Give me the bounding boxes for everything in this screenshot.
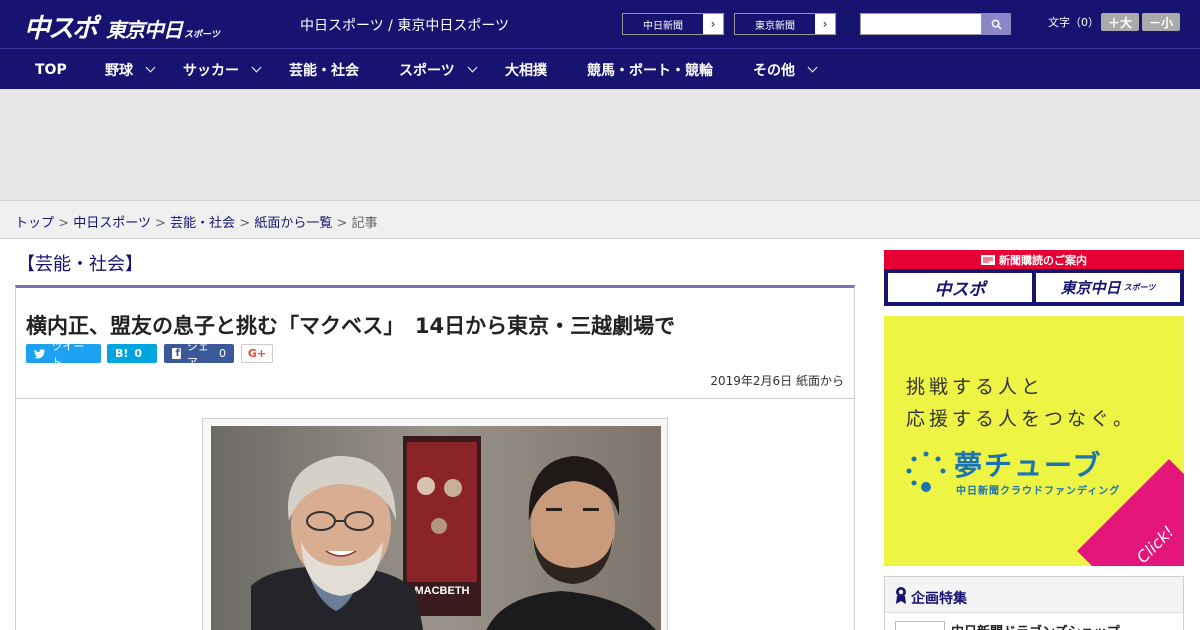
feature-title: 企画特集	[911, 591, 967, 607]
breadcrumb-paper-list[interactable]: 紙面から一覧	[254, 216, 332, 231]
subscribe-tokyo-chunichi-button[interactable]: 東京中日 スポーツ	[1036, 273, 1180, 302]
poster-title: MACBETH	[415, 585, 470, 597]
chevron-down-icon	[145, 62, 156, 73]
nav-item-label: サッカー	[183, 62, 239, 79]
nav-item-label: その他	[753, 62, 795, 79]
nav-item-sports[interactable]: スポーツ	[399, 49, 478, 90]
nav-item-label: スポーツ	[399, 62, 455, 79]
top-ad-area	[0, 89, 1200, 200]
facebook-icon: f	[172, 348, 181, 359]
subscription-title: 新聞購読のご案内	[999, 253, 1087, 267]
chevron-down-icon	[467, 62, 478, 73]
subscribe-button-small: スポーツ	[1123, 283, 1156, 292]
article-photo[interactable]: MACBETH	[211, 426, 661, 630]
site-header: 中スポ 東京中日 スポーツ 中日スポーツ / 東京中日スポーツ 中日新聞 › 東…	[0, 0, 1200, 48]
breadcrumb-separator: >	[155, 216, 166, 231]
search-input[interactable]	[860, 13, 982, 35]
feature-box: 企画特集 中日新聞ドラゴンズショップ	[884, 576, 1184, 630]
dots-icon	[906, 451, 946, 492]
subscribe-button-label: 東京中日	[1060, 279, 1121, 297]
subscribe-chuspo-button[interactable]: 中スポ	[888, 273, 1032, 302]
hatena-bookmark-button[interactable]: B! 0	[107, 344, 157, 363]
article-photo-image: MACBETH	[211, 426, 661, 630]
paper-link-label: 東京新聞	[735, 14, 815, 34]
nav-item-sumo[interactable]: 大相撲	[505, 49, 547, 90]
nav-item-label: 野球	[105, 62, 133, 79]
font-larger-button[interactable]: ＋大	[1101, 13, 1139, 31]
newspaper-icon	[981, 254, 995, 265]
nav-item-entertainment[interactable]: 芸能・社会	[289, 49, 359, 90]
nav-item-label: 競馬・ボート・競輪	[587, 62, 713, 79]
category-label: 【芸能・社会】	[17, 254, 143, 275]
nav-item-baseball[interactable]: 野球	[105, 49, 156, 90]
tweet-button[interactable]: ツイート	[26, 340, 101, 369]
logo-sports-small: スポーツ	[184, 30, 220, 40]
font-smaller-button[interactable]: －小	[1142, 13, 1180, 31]
facebook-share-count: 0	[219, 347, 226, 360]
search-button[interactable]	[982, 13, 1011, 35]
ad-line-1: 挑戦する人と	[906, 376, 1045, 398]
nav-item-top[interactable]: TOP	[35, 49, 67, 90]
site-logo[interactable]: 中スポ 東京中日 スポーツ	[24, 8, 220, 44]
font-size-label: 文字（0）	[1048, 16, 1099, 29]
ad-brand: 夢チューブ	[954, 449, 1103, 482]
feature-item-link[interactable]: 中日新聞ドラゴンズショップ	[951, 621, 1120, 630]
category-heading: 【芸能・社会】	[15, 250, 155, 288]
main-nav: TOP 野球 サッカー 芸能・社会 スポーツ 大相撲 競馬・ボート・競輪 その他	[0, 48, 1200, 89]
chevron-down-icon	[251, 62, 262, 73]
subscription-banner[interactable]: 新聞購読のご案内 中スポ 東京中日 スポーツ	[884, 250, 1184, 306]
tokyo-shimbun-link[interactable]: 東京新聞 ›	[734, 13, 836, 35]
hatena-icon: B!	[115, 347, 129, 360]
breadcrumb-entertainment[interactable]: 芸能・社会	[170, 216, 235, 231]
article-card: 横内正、盟友の息子と挑む「マクベス」 14日から東京・三越劇場で ツイート B!…	[15, 285, 855, 630]
ad-brand-sub: 中日新聞クラウドファンディング	[956, 486, 1121, 497]
hatena-count: 0	[134, 347, 143, 360]
breadcrumb-chunichi-sports[interactable]: 中日スポーツ	[73, 216, 151, 231]
breadcrumb-separator: >	[336, 216, 348, 231]
chunichi-shimbun-link[interactable]: 中日新聞 ›	[622, 13, 724, 35]
breadcrumb-separator: >	[58, 216, 70, 231]
nav-item-keiba[interactable]: 競馬・ボート・競輪	[587, 49, 713, 90]
article-date: 2019年2月6日 紙面から	[710, 374, 844, 388]
breadcrumb-top[interactable]: トップ	[15, 216, 54, 231]
paper-link-label: 中日新聞	[623, 14, 703, 34]
subscription-title-bar: 新聞購読のご案内	[884, 250, 1184, 269]
nav-item-label: 芸能・社会	[289, 62, 359, 79]
logo-tokyo-chunichi: 東京中日	[106, 18, 183, 42]
breadcrumb-current: 記事	[351, 216, 378, 231]
search-icon	[991, 19, 1002, 30]
chevron-down-icon	[807, 62, 818, 73]
article-photo-frame: MACBETH	[202, 418, 668, 630]
logo-chuspo: 中スポ	[24, 14, 98, 44]
google-plus-button[interactable]: G+	[241, 344, 273, 363]
feature-header: 企画特集	[885, 577, 1183, 613]
ribbon-icon	[896, 587, 906, 604]
google-plus-icon: G+	[247, 347, 267, 360]
nav-item-label: TOP	[35, 61, 67, 78]
article-divider	[16, 398, 854, 399]
tweet-label: ツイート	[51, 339, 85, 369]
breadcrumb-separator: >	[239, 216, 251, 231]
site-title[interactable]: 中日スポーツ / 東京中日スポーツ	[300, 15, 509, 35]
chevron-right-icon: ›	[822, 17, 828, 31]
ad-line-2: 応援する人をつなぐ。	[906, 408, 1137, 430]
article-headline: 横内正、盟友の息子と挑む「マクベス」 14日から東京・三越劇場で	[26, 314, 676, 338]
nav-item-other[interactable]: その他	[753, 49, 818, 90]
feature-thumbnail[interactable]	[895, 621, 945, 630]
facebook-share-label: シェア	[186, 339, 209, 369]
facebook-share-button[interactable]: f シェア 0	[164, 340, 234, 369]
chevron-right-icon: ›	[710, 17, 716, 31]
nav-item-label: 大相撲	[505, 62, 547, 79]
yume-tube-ad[interactable]: 挑戦する人と 応援する人をつなぐ。 夢チューブ 中日新聞クラウドファンディング …	[884, 316, 1184, 566]
nav-item-soccer[interactable]: サッカー	[183, 49, 262, 90]
twitter-icon	[34, 348, 46, 358]
breadcrumb: トップ > 中日スポーツ > 芸能・社会 > 紙面から一覧 > 記事	[0, 200, 1200, 239]
